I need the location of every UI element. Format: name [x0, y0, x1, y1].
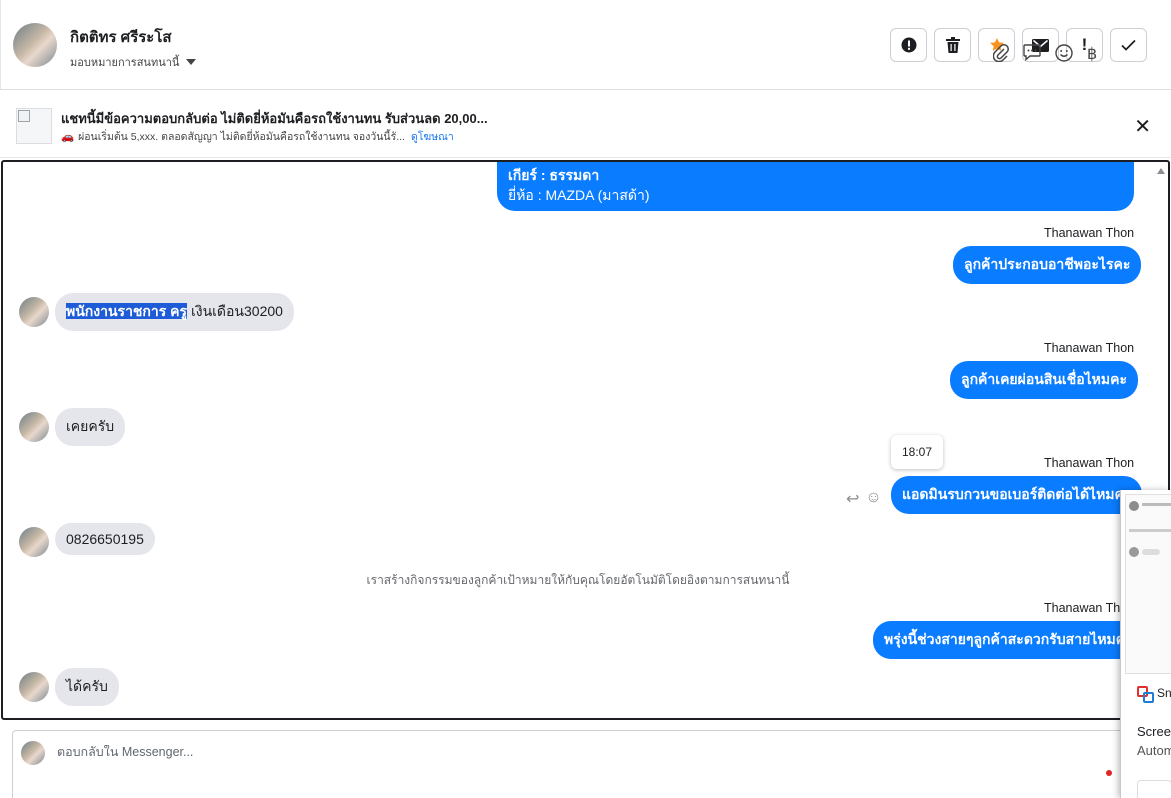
react-smiley-icon[interactable]: ☺: [865, 489, 881, 509]
scroll-up-arrow-icon[interactable]: [1157, 168, 1165, 174]
ad-subtitle: 🚗 ผ่อนเริ่มต้น 5,xxx. ตลอดสัญญา ไม่ติดยี่…: [61, 128, 454, 145]
checkmark-icon: [1121, 39, 1136, 51]
timestamp-tooltip: 18:07: [891, 435, 943, 469]
composer-tools: ฿: [993, 44, 1097, 64]
contact-avatar: [19, 412, 49, 442]
message-composer: [12, 730, 1132, 798]
message-thread[interactable]: เกียร์ : ธรรมดา ยี่ห้อ : MAZDA (มาสด้า) …: [1, 160, 1170, 720]
incoming-message[interactable]: ได้ครับ: [55, 668, 119, 706]
reply-input[interactable]: [57, 745, 957, 759]
mark-spam-button[interactable]: [890, 28, 927, 62]
contact-avatar: [19, 672, 49, 702]
message-line: เกียร์ : ธรรมดา: [508, 167, 600, 183]
caret-down-icon: [186, 59, 197, 65]
message-text: เงินเดือน30200: [187, 303, 283, 319]
snipping-tool-notification[interactable]: Sn Screen Autom: [1120, 490, 1171, 798]
assign-label: มอบหมายการสนทนานี้: [70, 57, 180, 69]
system-note: เราสร้างกิจกรรมของลูกค้าเป้าหมายให้กับคุ…: [366, 573, 790, 587]
outgoing-message[interactable]: แอดมินรบกวนขอเบอร์ติดต่อได้ไหมคะ: [891, 476, 1143, 514]
ad-banner: แชทนี้มีข้อความตอบกลับต่อ ไม่ติดยี่ห้อมั…: [0, 90, 1171, 158]
trash-icon: [945, 37, 960, 53]
incoming-message[interactable]: 0826650195: [55, 523, 155, 555]
delete-button[interactable]: [934, 28, 971, 62]
snip-title: Screen: [1137, 724, 1171, 739]
screenshot-thumbnail[interactable]: [1125, 494, 1171, 674]
snip-app-name: Sn: [1157, 686, 1171, 700]
selected-text: พนักงานราชการ ครู: [66, 303, 188, 319]
snipping-tool-icon: [1137, 686, 1154, 703]
outgoing-message[interactable]: พรุ่งนี้ช่วงสายๆลูกค้าสะดวกรับสายไหมคะ: [873, 621, 1144, 659]
ad-thumbnail-image[interactable]: [16, 108, 52, 144]
baht-icon[interactable]: ฿: [1087, 44, 1097, 64]
message-actions: ↩ ☺: [846, 489, 882, 509]
ad-title: แชทนี้มีข้อความตอบกลับต่อ ไม่ติดยี่ห้อมั…: [61, 111, 488, 126]
outgoing-message[interactable]: เกียร์ : ธรรมดา ยี่ห้อ : MAZDA (มาสด้า): [497, 162, 1134, 211]
snip-app-row: Sn: [1137, 686, 1171, 703]
contact-avatar: [19, 297, 49, 327]
page-avatar: [21, 741, 45, 765]
paperclip-icon[interactable]: [993, 44, 1009, 62]
car-icon: 🚗: [61, 131, 75, 143]
sender-name: Thanawan Thon: [1044, 341, 1135, 355]
chat-bubble-icon[interactable]: [1023, 44, 1041, 61]
incoming-message[interactable]: พนักงานราชการ ครู เงินเดือน30200: [55, 293, 294, 331]
outgoing-message[interactable]: ลูกค้าเคยผ่อนสินเชื่อไหมคะ: [950, 361, 1139, 399]
snip-action-button[interactable]: [1137, 780, 1171, 798]
outgoing-message[interactable]: ลูกค้าประกอบอาชีพอะไรคะ: [953, 246, 1142, 284]
alert-circle-icon: [901, 37, 916, 53]
sender-name: Thanawan Thon: [1044, 226, 1135, 240]
view-ad-link[interactable]: ดูโฆษณา: [411, 131, 454, 143]
sender-name: Thanawan Thon: [1044, 456, 1135, 470]
snip-subtitle: Autom: [1137, 743, 1171, 758]
reply-icon[interactable]: ↩: [846, 489, 859, 509]
close-icon[interactable]: ✕: [1134, 114, 1151, 139]
incoming-message[interactable]: เคยครับ: [55, 408, 126, 446]
contact-avatar[interactable]: [13, 23, 57, 67]
messenger-inbox-page: กิตติทร ศรีระโส มอบหมายการสนทนานี้ ! แชท…: [0, 0, 1171, 798]
contact-avatar: [19, 527, 49, 557]
notification-dot: [1106, 770, 1112, 776]
smiley-icon[interactable]: [1055, 44, 1073, 62]
contact-name[interactable]: กิตติทร ศรีระโส: [70, 25, 172, 49]
assign-conversation-dropdown[interactable]: มอบหมายการสนทนานี้: [70, 53, 197, 71]
mark-done-button[interactable]: [1110, 28, 1147, 62]
ad-subtitle-text: ผ่อนเริ่มต้น 5,xxx. ตลอดสัญญา ไม่ติดยี่ห…: [78, 131, 405, 143]
message-line: ยี่ห้อ : MAZDA (มาสด้า): [508, 187, 650, 203]
